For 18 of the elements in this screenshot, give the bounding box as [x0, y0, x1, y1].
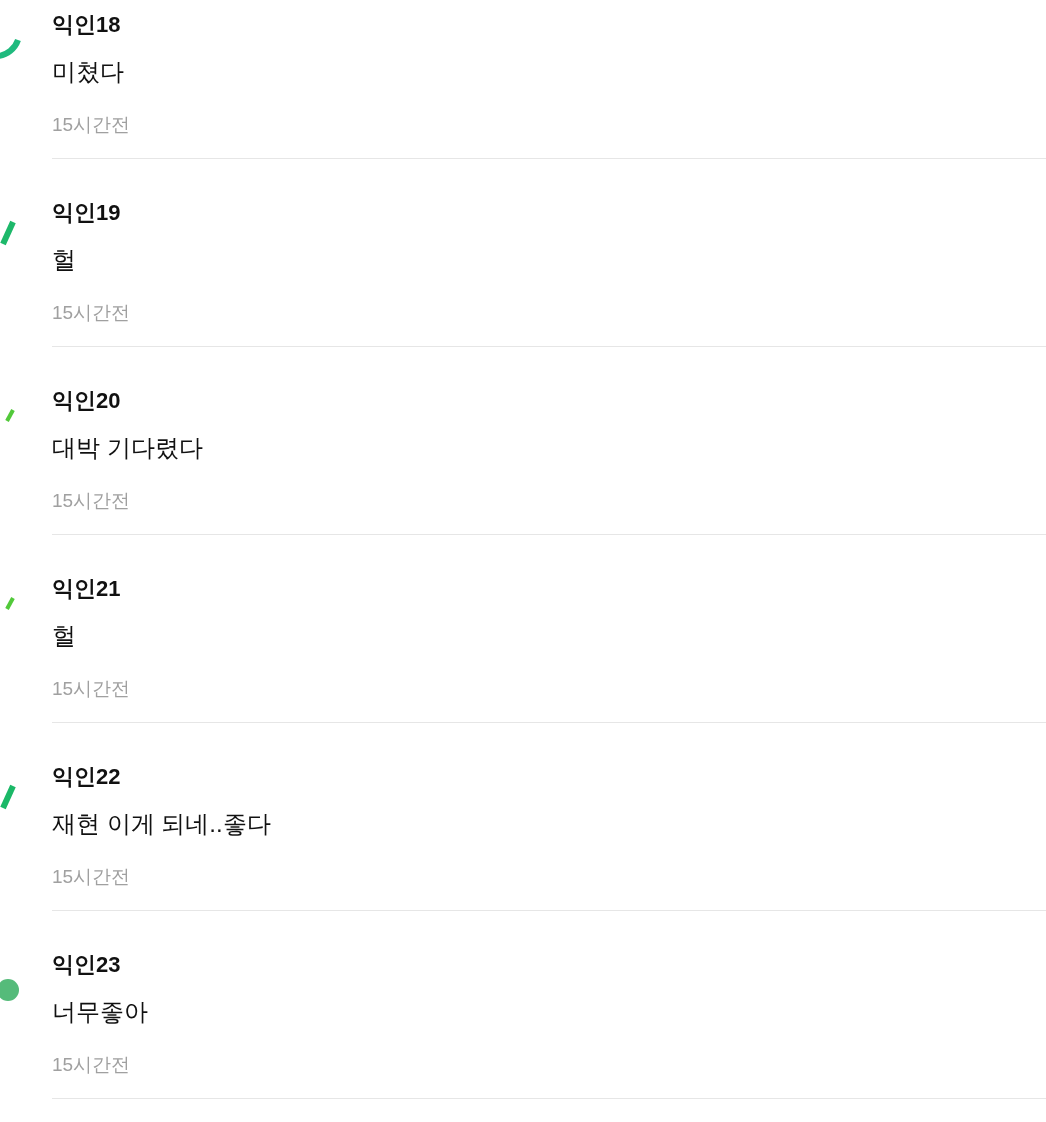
comment-time: 15시간전: [52, 865, 132, 889]
comment-author: 익인20: [52, 387, 122, 415]
comment-time: 15시간전: [52, 301, 132, 325]
comment-author: 익인22: [52, 763, 122, 791]
comment-text: 너무좋아: [52, 997, 149, 1027]
comment-text: 헐: [52, 621, 77, 651]
comment-text: 미쳤다: [52, 57, 125, 87]
comment-time: 15시간전: [52, 113, 132, 137]
comment-text: 재현 이게 되네..좋다: [52, 809, 272, 839]
comment-time: 15시간전: [52, 489, 132, 513]
comment-author: 익인19: [52, 199, 122, 227]
comment-author: 익인21: [52, 575, 122, 603]
comment-text: 대박 기다렸다: [52, 433, 204, 463]
comment-time: 15시간전: [52, 1053, 132, 1077]
comment-author: 익인18: [52, 11, 122, 39]
comment-time: 15시간전: [52, 677, 132, 701]
comment-author: 익인23: [52, 951, 122, 979]
comment-text: 헐: [52, 245, 77, 275]
